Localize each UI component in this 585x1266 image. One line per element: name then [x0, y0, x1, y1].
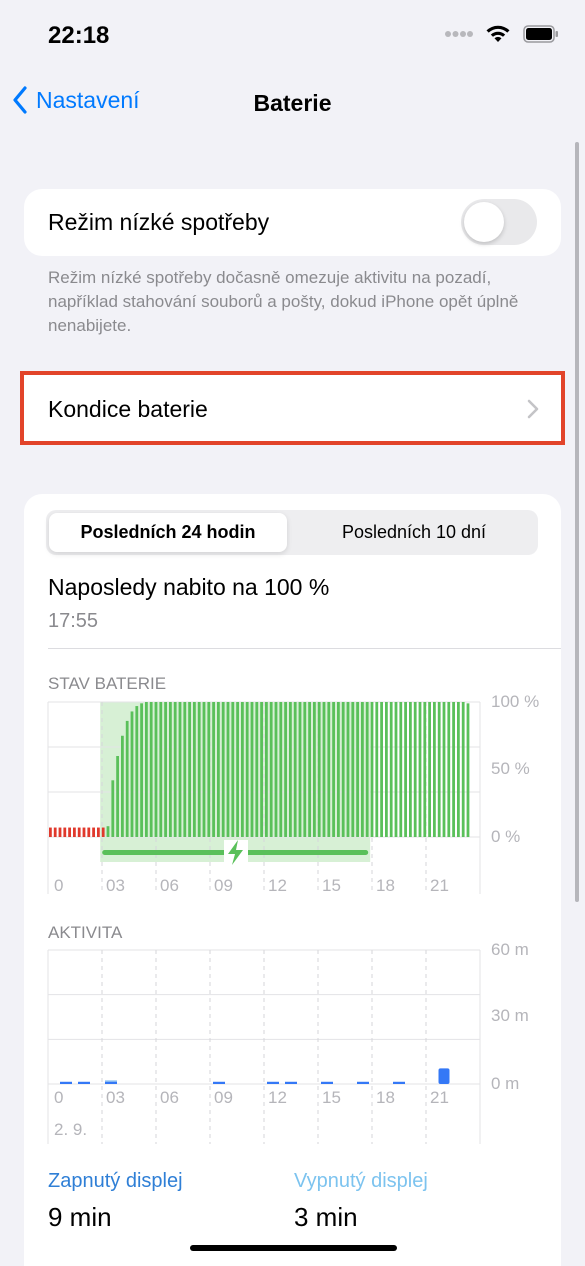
chevron-right-icon — [527, 399, 539, 419]
navigation-bar: Nastavení Baterie — [0, 72, 585, 136]
screen-on-value: 9 min — [48, 1202, 112, 1232]
battery-health-row[interactable]: Kondice baterie — [20, 371, 565, 445]
activity-x-tick: 12 — [268, 1088, 287, 1107]
activity-bar-screen-on — [438, 1068, 450, 1084]
battery-icon — [523, 25, 558, 43]
activity-y-tick: 0 m — [491, 1074, 520, 1093]
activity-x-tick: 15 — [322, 1088, 341, 1107]
activity-bar-screen-on — [267, 1081, 279, 1084]
status-time: 22:18 — [48, 22, 110, 49]
activity-y-tick: 30 m — [491, 1006, 529, 1025]
battery-health-label: Kondice baterie — [48, 396, 208, 422]
battery-usage-card: Posledních 24 hodin Posledních 10 dní Na… — [24, 494, 561, 1266]
low-power-mode-label: Režim nízké spotřeby — [48, 209, 270, 235]
wifi-icon — [486, 25, 510, 42]
activity-bar-screen-on — [105, 1081, 117, 1084]
activity-x-tick: 09 — [214, 1088, 233, 1107]
status-icons — [445, 24, 559, 44]
activity-bar-screen-on — [357, 1081, 369, 1084]
activity-bar-screen-on — [78, 1081, 90, 1084]
home-indicator[interactable] — [190, 1245, 397, 1251]
activity-x-tick: 21 — [430, 1088, 449, 1107]
toggle-knob — [464, 202, 504, 242]
page-title: Baterie — [253, 90, 332, 116]
activity-x-tick: 06 — [160, 1088, 179, 1107]
activity-x-tick: 0 — [54, 1088, 64, 1107]
activity-bar-screen-on — [393, 1081, 405, 1084]
low-power-mode-footnote: Režim nízké spotřeby dočasně omezuje akt… — [48, 268, 519, 335]
activity-bar-screen-on — [213, 1081, 225, 1084]
screen-off-label: Vypnutý displej — [294, 1170, 428, 1192]
activity-y-tick: 60 m — [491, 940, 529, 959]
activity-x-tick: 03 — [106, 1088, 125, 1107]
activity-date-label: 2. 9. — [54, 1120, 88, 1139]
activity-x-tick: 18 — [376, 1088, 395, 1107]
cellular-signal-icon — [445, 31, 473, 37]
activity-bar-screen-on — [321, 1081, 333, 1084]
status-bar: 22:18 — [0, 0, 585, 72]
activity-bar-screen-on — [60, 1081, 72, 1084]
screen-off-value: 3 min — [294, 1202, 358, 1232]
scrollbar[interactable] — [575, 142, 579, 902]
activity-chart — [47, 949, 481, 1144]
low-power-mode-toggle[interactable] — [461, 199, 537, 245]
low-power-mode-row: Režim nízké spotřeby — [24, 189, 561, 256]
activity-bar-screen-on — [285, 1081, 297, 1084]
screen-on-label: Zapnutý displej — [48, 1170, 183, 1192]
